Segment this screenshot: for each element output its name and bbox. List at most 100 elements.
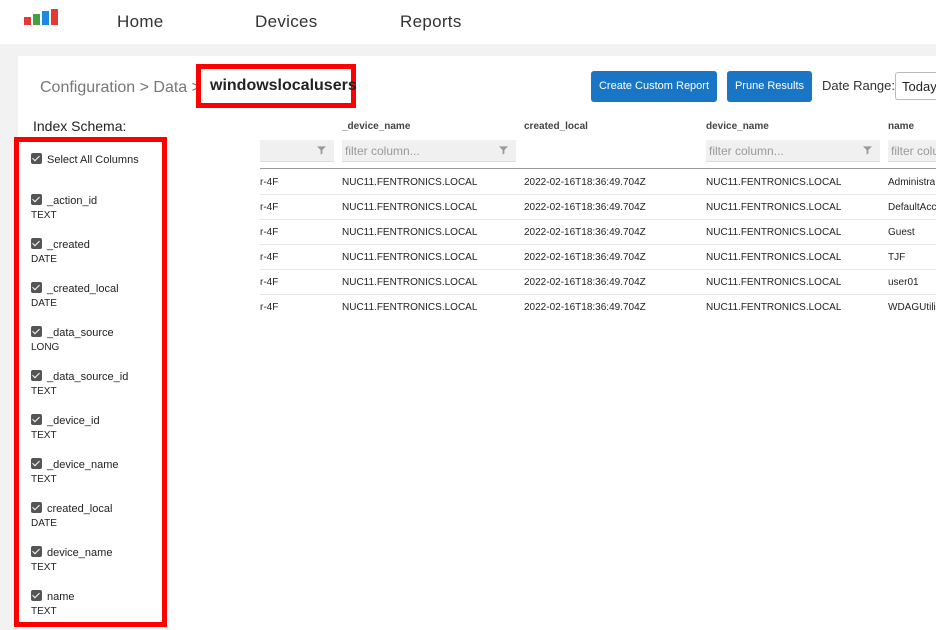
- logo-bar: [42, 11, 49, 25]
- checkbox-checked-icon[interactable]: [31, 282, 42, 293]
- schema-field[interactable]: device_name TEXT: [31, 543, 112, 573]
- table-cell: Guest: [888, 227, 915, 238]
- checkbox-checked-icon[interactable]: [31, 458, 42, 469]
- table-cell: NUC11.FENTRONICS.LOCAL: [342, 302, 478, 313]
- nav-reports[interactable]: Reports: [400, 12, 462, 32]
- schema-field-type: TEXT: [31, 430, 57, 441]
- schema-field-type: DATE: [31, 254, 57, 265]
- prune-results-button[interactable]: Prune Results: [727, 71, 812, 102]
- breadcrumb-current-highlight: windowslocalusers: [196, 64, 357, 108]
- filter-input-device-name[interactable]: filter column...: [342, 140, 516, 162]
- table-cell: 2022-02-16T18:36:49.704Z: [524, 252, 646, 263]
- schema-field[interactable]: _created DATE: [31, 235, 90, 265]
- column-header-device-name[interactable]: _device_name: [342, 121, 410, 132]
- filter-placeholder: filter column...: [709, 144, 784, 158]
- schema-field[interactable]: created_local DATE: [31, 499, 112, 529]
- results-grid: _device_name created_local device_name n…: [260, 118, 936, 318]
- table-cell: 2022-02-16T18:36:49.704Z: [524, 202, 646, 213]
- checkbox-checked-icon[interactable]: [31, 153, 42, 164]
- table-cell: r-4F: [260, 202, 279, 213]
- nav-devices[interactable]: Devices: [255, 12, 318, 32]
- schema-field-name: _created_local: [47, 283, 119, 295]
- table-cell: NUC11.FENTRONICS.LOCAL: [706, 252, 842, 263]
- table-cell: NUC11.FENTRONICS.LOCAL: [342, 277, 478, 288]
- table-cell: DefaultAcc: [888, 202, 936, 213]
- column-header-created-local[interactable]: created_local: [524, 121, 588, 132]
- filter-input-device-name-2[interactable]: filter column...: [706, 140, 880, 162]
- table-row[interactable]: r-4F NUC11.FENTRONICS.LOCAL 2022-02-16T18:…: [260, 220, 936, 245]
- schema-field-name: _data_source_id: [47, 371, 129, 383]
- select-all-columns[interactable]: Select All Columns: [31, 150, 139, 168]
- top-nav: Home Devices Reports: [0, 0, 936, 44]
- filter-input-name[interactable]: filter colu: [888, 140, 936, 162]
- table-cell: Administra: [888, 177, 936, 188]
- logo-bar: [24, 17, 31, 25]
- table-row[interactable]: r-4F NUC11.FENTRONICS.LOCAL 2022-02-16T18:…: [260, 195, 936, 220]
- filter-input-clipped[interactable]: [260, 140, 334, 162]
- index-schema-list: Select All Columns _action_id TEXT _create…: [14, 137, 167, 627]
- checkbox-checked-icon[interactable]: [31, 370, 42, 381]
- create-custom-report-button[interactable]: Create Custom Report: [591, 71, 717, 102]
- index-schema-title: Index Schema:: [33, 118, 127, 134]
- schema-field[interactable]: _data_source_id TEXT: [31, 367, 128, 397]
- table-row[interactable]: r-4F NUC11.FENTRONICS.LOCAL 2022-02-16T18:…: [260, 270, 936, 295]
- schema-field-type: LONG: [31, 342, 60, 353]
- table-cell: TJF: [888, 252, 906, 263]
- column-header-device-name-2[interactable]: device_name: [706, 121, 769, 132]
- table-cell: 2022-02-16T18:36:49.704Z: [524, 177, 646, 188]
- schema-field-name: _action_id: [47, 195, 98, 207]
- filter-icon[interactable]: [499, 145, 508, 155]
- app-logo-icon[interactable]: [24, 9, 60, 25]
- table-cell: r-4F: [260, 252, 279, 263]
- filter-icon[interactable]: [317, 145, 326, 155]
- table-cell: NUC11.FENTRONICS.LOCAL: [706, 202, 842, 213]
- date-range-select[interactable]: Today: [895, 72, 936, 100]
- table-cell: 2022-02-16T18:36:49.704Z: [524, 277, 646, 288]
- schema-field-type: TEXT: [31, 606, 57, 617]
- schema-field-name: _device_id: [47, 415, 100, 427]
- checkbox-checked-icon[interactable]: [31, 326, 42, 337]
- schema-field[interactable]: _data_source LONG: [31, 323, 114, 353]
- schema-field[interactable]: _created_local DATE: [31, 279, 119, 309]
- table-cell: user01: [888, 277, 919, 288]
- table-row[interactable]: r-4F NUC11.FENTRONICS.LOCAL 2022-02-16T18:…: [260, 245, 936, 270]
- schema-field[interactable]: _action_id TEXT: [31, 191, 97, 221]
- checkbox-checked-icon[interactable]: [31, 414, 42, 425]
- schema-field-type: TEXT: [31, 210, 57, 221]
- table-cell: NUC11.FENTRONICS.LOCAL: [706, 177, 842, 188]
- schema-field-type: TEXT: [31, 562, 57, 573]
- table-cell: r-4F: [260, 277, 279, 288]
- column-header-name[interactable]: name: [888, 121, 914, 132]
- table-row[interactable]: r-4F NUC11.FENTRONICS.LOCAL 2022-02-16T18:…: [260, 295, 936, 318]
- filter-placeholder: filter colu: [891, 144, 936, 158]
- schema-field-name: created_local: [47, 503, 113, 515]
- table-cell: r-4F: [260, 302, 279, 313]
- header-divider: [260, 168, 936, 169]
- table-cell: WDAGUtili: [888, 302, 936, 313]
- schema-field-name: name: [47, 591, 75, 603]
- schema-field[interactable]: _device_id TEXT: [31, 411, 100, 441]
- table-row[interactable]: r-4F NUC11.FENTRONICS.LOCAL 2022-02-16T18:…: [260, 170, 936, 195]
- filter-icon[interactable]: [863, 145, 872, 155]
- checkbox-checked-icon[interactable]: [31, 238, 42, 249]
- table-cell: NUC11.FENTRONICS.LOCAL: [706, 302, 842, 313]
- schema-field-type: TEXT: [31, 474, 57, 485]
- checkbox-checked-icon[interactable]: [31, 546, 42, 557]
- schema-field[interactable]: _device_name TEXT: [31, 455, 119, 485]
- nav-home[interactable]: Home: [117, 12, 164, 32]
- table-cell: r-4F: [260, 177, 279, 188]
- schema-field-type: DATE: [31, 518, 57, 529]
- schema-field-name: _device_name: [47, 459, 119, 471]
- breadcrumb-path[interactable]: Configuration > Data >: [40, 79, 201, 96]
- checkbox-checked-icon[interactable]: [31, 502, 42, 513]
- schema-field-name: _created: [47, 239, 90, 251]
- table-cell: NUC11.FENTRONICS.LOCAL: [706, 277, 842, 288]
- main-panel: Configuration > Data > windowslocalusers…: [14, 56, 936, 630]
- checkbox-checked-icon[interactable]: [31, 194, 42, 205]
- table-cell: NUC11.FENTRONICS.LOCAL: [342, 177, 478, 188]
- table-cell: r-4F: [260, 227, 279, 238]
- schema-field[interactable]: name TEXT: [31, 587, 75, 617]
- checkbox-checked-icon[interactable]: [31, 590, 42, 601]
- schema-field-name: _data_source: [47, 327, 114, 339]
- filter-placeholder: filter column...: [345, 144, 420, 158]
